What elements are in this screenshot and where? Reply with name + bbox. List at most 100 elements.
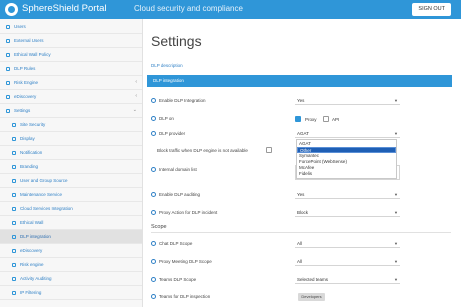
sidebar-item-label: User and Group Source — [20, 178, 68, 183]
select-value: Yes — [297, 98, 305, 103]
sidebar-item-ethical-wall[interactable]: Ethical Wall — [0, 216, 142, 230]
info-icon[interactable] — [151, 241, 156, 247]
proxy-action-row: Proxy Action for DLP incident — [151, 210, 217, 216]
sidebar-item-settings[interactable]: Settings ⌄ — [0, 104, 142, 118]
sidebar-item-ediscovery[interactable]: eDiscovery ‹ — [0, 90, 142, 104]
info-icon[interactable] — [151, 116, 156, 122]
group-icon — [12, 179, 16, 183]
sidebar-item-dlp-integration[interactable]: DLP integration — [0, 230, 142, 244]
block-traffic-row: Block traffic when DLP engine is not ava… — [157, 148, 248, 153]
shield-icon — [12, 123, 16, 127]
app-title: SphereShield Portal — [22, 3, 107, 14]
dlp-description-link[interactable]: DLP description — [151, 63, 183, 68]
sidebar-item-label: Risk Engine — [14, 80, 39, 85]
sign-out-button[interactable]: SIGN OUT — [412, 3, 451, 16]
chat-dlp-scope-select[interactable]: All ▼ — [295, 240, 400, 248]
caret-down-icon: ▼ — [394, 259, 398, 264]
row-label: Teams DLP Scope — [159, 277, 197, 282]
info-icon[interactable] — [151, 277, 156, 283]
row-label: Enable DLP Integration — [159, 98, 206, 103]
row-label: Proxy Meeting DLP Scope — [159, 259, 212, 264]
sidebar-item-label: eDiscovery — [20, 248, 43, 253]
info-icon[interactable] — [151, 210, 156, 216]
sidebar-item-external-users[interactable]: External Users — [0, 34, 142, 48]
section-header: DLP integration — [147, 75, 452, 87]
enable-dlp-integration-select[interactable]: Yes ▼ — [295, 97, 400, 105]
sidebar-item-activity-auditing[interactable]: Activity Auditing — [0, 272, 142, 286]
scope-divider — [151, 232, 451, 233]
sidebar-item-label: Settings — [14, 108, 31, 113]
sidebar-item-notification[interactable]: Notification — [0, 146, 142, 160]
wall-icon — [12, 221, 16, 225]
scope-heading: Scope — [151, 224, 167, 230]
sidebar-item-label: DLP Rules — [14, 66, 36, 71]
caret-down-icon: ▼ — [394, 277, 398, 282]
sidebar-item-users[interactable]: Users — [0, 20, 142, 34]
team-chip[interactable]: Developers — [298, 293, 325, 301]
sidebar-item-cloud-services-integration[interactable]: Cloud Services Integration — [0, 202, 142, 216]
wrench-icon — [12, 193, 16, 197]
gear-icon — [6, 109, 10, 113]
wall-icon — [6, 53, 10, 57]
sidebar-item-risk-engine-settings[interactable]: Risk engine — [0, 258, 142, 272]
proxy-action-select[interactable]: Block ▼ — [295, 209, 400, 217]
proxy-checkbox-label: Proxy — [305, 117, 317, 122]
sidebar-item-label: Activity Auditing — [20, 276, 52, 281]
sidebar-item-user-and-group-source[interactable]: User and Group Source — [0, 174, 142, 188]
sidebar-item-display[interactable]: Display — [0, 132, 142, 146]
sidebar-item-label: eDiscovery — [14, 94, 37, 99]
user-icon — [6, 25, 10, 29]
cloud-icon — [12, 207, 16, 211]
select-value: All — [297, 241, 303, 246]
sidebar-item-ethical-wall-policy[interactable]: Ethical Wall Policy — [0, 48, 142, 62]
sidebar-item-dlp-rules[interactable]: DLP Rules — [0, 62, 142, 76]
search-icon — [6, 95, 10, 99]
api-checkbox[interactable] — [323, 116, 329, 122]
page-title: Settings — [151, 33, 202, 49]
row-label: Chat DLP Scope — [159, 241, 193, 246]
select-value: AGAT — [297, 131, 309, 136]
teams-for-dlp-inspection-row: Teams for DLP inspection — [151, 294, 210, 300]
proxy-checkbox[interactable] — [295, 116, 301, 122]
chevron-down-icon: ⌄ — [132, 107, 137, 113]
select-value: Block — [297, 210, 309, 215]
brush-icon — [12, 165, 16, 169]
info-icon[interactable] — [151, 167, 156, 173]
section-title: DLP integration — [153, 78, 184, 83]
dlp-provider-select[interactable]: AGAT ▼ — [295, 130, 400, 138]
user-icon — [6, 39, 10, 43]
app-subtitle: Cloud security and compliance — [134, 4, 243, 13]
risk-icon — [12, 263, 16, 267]
sidebar-item-ediscovery-settings[interactable]: eDiscovery — [0, 244, 142, 258]
dlp-on-row: DLP on — [151, 116, 174, 122]
block-traffic-checkbox[interactable] — [266, 147, 272, 153]
info-icon[interactable] — [151, 98, 156, 104]
caret-down-icon: ▼ — [394, 98, 398, 103]
dropdown-option[interactable]: Fidelis — [297, 171, 396, 177]
enable-dlp-auditing-row: Enable DLP auditing — [151, 192, 200, 198]
info-icon[interactable] — [151, 192, 156, 198]
sidebar-item-site-security[interactable]: Site Security — [0, 118, 142, 132]
search-icon — [12, 249, 16, 253]
sidebar-item-ip-filtering[interactable]: IP Filtering — [0, 286, 142, 300]
audit-icon — [12, 277, 16, 281]
enable-dlp-auditing-select[interactable]: Yes ▼ — [295, 191, 400, 199]
select-value: Yes — [297, 192, 305, 197]
rules-icon — [6, 67, 10, 71]
sidebar-item-label: Ethical Wall — [20, 220, 44, 225]
sidebar-item-branding[interactable]: Branding — [0, 160, 142, 174]
sidebar-item-risk-engine[interactable]: Risk Engine ‹ — [0, 76, 142, 90]
plug-icon — [12, 235, 16, 239]
proxy-meeting-dlp-scope-select[interactable]: All ▼ — [295, 258, 400, 266]
sidebar-item-maintenance-service[interactable]: Maintenance Service — [0, 188, 142, 202]
row-label: DLP on — [159, 116, 174, 121]
info-icon[interactable] — [151, 259, 156, 265]
select-value: Selected teams — [297, 277, 329, 282]
sidebar-item-label: Display — [20, 136, 35, 141]
teams-dlp-scope-select[interactable]: Selected teams ▼ — [295, 276, 400, 284]
row-label: Enable DLP auditing — [159, 192, 200, 197]
info-icon[interactable] — [151, 294, 156, 300]
bell-icon — [12, 151, 16, 155]
dlp-provider-row: DLP provider — [151, 131, 185, 137]
info-icon[interactable] — [151, 131, 156, 137]
